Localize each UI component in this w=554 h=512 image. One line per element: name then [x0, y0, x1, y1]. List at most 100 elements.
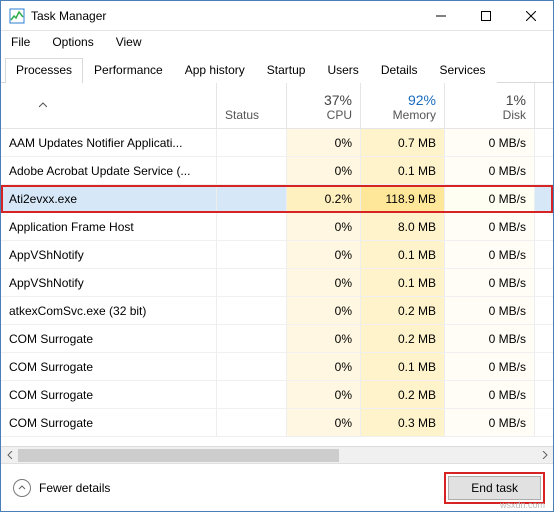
tab-users[interactable]: Users [316, 58, 369, 83]
maximize-button[interactable] [463, 1, 508, 30]
process-disk: 0 MB/s [445, 409, 535, 436]
process-name: COM Surrogate [1, 381, 217, 408]
process-memory: 0.1 MB [361, 241, 445, 268]
tab-details[interactable]: Details [370, 58, 429, 83]
horizontal-scrollbar[interactable] [1, 446, 553, 463]
header-memory-pct: 92% [408, 92, 436, 108]
process-cpu: 0.2% [287, 185, 361, 212]
process-memory: 8.0 MB [361, 213, 445, 240]
window-title: Task Manager [31, 9, 106, 23]
process-memory: 0.1 MB [361, 157, 445, 184]
footer: Fewer details End task [1, 463, 553, 511]
process-memory: 0.2 MB [361, 297, 445, 324]
header-disk-pct: 1% [506, 92, 526, 108]
process-row[interactable]: COM Surrogate0%0.2 MB0 MB/s [1, 325, 553, 353]
process-cpu: 0% [287, 129, 361, 156]
process-cpu: 0% [287, 353, 361, 380]
process-memory: 118.9 MB [361, 185, 445, 212]
process-row[interactable]: Adobe Acrobat Update Service (... 0%0.1 M… [1, 157, 553, 185]
header-cpu-pct: 37% [324, 92, 352, 108]
process-row[interactable]: AppVShNotify 0%0.1 MB0 MB/s [1, 269, 553, 297]
minimize-button[interactable] [418, 1, 463, 30]
menu-file[interactable]: File [7, 33, 34, 51]
process-disk: 0 MB/s [445, 241, 535, 268]
process-row[interactable]: Ati2evxx.exe 0.2%118.9 MB0 MB/s [1, 185, 553, 213]
process-status [217, 213, 287, 240]
process-name: AppVShNotify [1, 269, 217, 296]
close-button[interactable] [508, 1, 553, 30]
tab-processes[interactable]: Processes [5, 58, 83, 83]
process-cpu: 0% [287, 409, 361, 436]
header-memory-label: Memory [393, 108, 436, 122]
app-icon [9, 8, 25, 24]
process-disk: 0 MB/s [445, 381, 535, 408]
process-status [217, 185, 287, 212]
process-list[interactable]: AAM Updates Notifier Applicati...0%0.7 M… [1, 129, 553, 446]
tab-performance[interactable]: Performance [83, 58, 174, 83]
end-task-button[interactable]: End task [448, 476, 541, 500]
column-headers: Status 37% CPU 92% Memory 1% Disk [1, 83, 553, 129]
scroll-right-button[interactable] [536, 447, 553, 464]
process-disk: 0 MB/s [445, 185, 535, 212]
process-cpu: 0% [287, 213, 361, 240]
header-memory[interactable]: 92% Memory [361, 83, 445, 128]
process-status [217, 157, 287, 184]
header-status[interactable]: Status [217, 83, 287, 128]
process-status [217, 297, 287, 324]
process-disk: 0 MB/s [445, 325, 535, 352]
process-row[interactable]: COM Surrogate0%0.3 MB0 MB/s [1, 409, 553, 437]
chevron-up-circle-icon [13, 479, 31, 497]
header-cpu-label: CPU [327, 108, 352, 122]
process-disk: 0 MB/s [445, 157, 535, 184]
process-row[interactable]: atkexComSvc.exe (32 bit)0%0.2 MB0 MB/s [1, 297, 553, 325]
tab-services[interactable]: Services [429, 58, 497, 83]
header-cpu[interactable]: 37% CPU [287, 83, 361, 128]
process-cpu: 0% [287, 381, 361, 408]
process-memory: 0.1 MB [361, 269, 445, 296]
process-status [217, 325, 287, 352]
process-disk: 0 MB/s [445, 213, 535, 240]
process-name: COM Surrogate [1, 353, 217, 380]
process-disk: 0 MB/s [445, 353, 535, 380]
header-name[interactable] [1, 83, 217, 128]
process-status [217, 129, 287, 156]
header-disk-label: Disk [503, 108, 526, 122]
process-status [217, 409, 287, 436]
process-row[interactable]: AppVShNotify0%0.1 MB0 MB/s [1, 241, 553, 269]
process-disk: 0 MB/s [445, 297, 535, 324]
process-name: Application Frame Host [1, 213, 217, 240]
sort-caret-icon [39, 100, 47, 110]
process-name: atkexComSvc.exe (32 bit) [1, 297, 217, 324]
process-cpu: 0% [287, 325, 361, 352]
header-disk[interactable]: 1% Disk [445, 83, 535, 128]
process-name: Ati2evxx.exe [1, 185, 217, 212]
scroll-track[interactable] [18, 447, 536, 464]
process-row[interactable]: COM Surrogate0%0.2 MB0 MB/s [1, 381, 553, 409]
menu-view[interactable]: View [112, 33, 146, 51]
tab-app-history[interactable]: App history [174, 58, 256, 83]
tab-strip: ProcessesPerformanceApp historyStartupUs… [1, 53, 553, 83]
process-disk: 0 MB/s [445, 269, 535, 296]
scroll-left-button[interactable] [1, 447, 18, 464]
fewer-details-toggle[interactable]: Fewer details [13, 479, 110, 497]
menu-options[interactable]: Options [48, 33, 97, 51]
process-name: AAM Updates Notifier Applicati... [1, 129, 217, 156]
process-cpu: 0% [287, 157, 361, 184]
process-row[interactable]: Application Frame Host 0%8.0 MB0 MB/s [1, 213, 553, 241]
process-status [217, 353, 287, 380]
process-name: COM Surrogate [1, 409, 217, 436]
process-status [217, 241, 287, 268]
process-row[interactable]: AAM Updates Notifier Applicati...0%0.7 M… [1, 129, 553, 157]
process-cpu: 0% [287, 269, 361, 296]
process-name: Adobe Acrobat Update Service (... [1, 157, 217, 184]
process-status [217, 269, 287, 296]
scroll-thumb[interactable] [18, 449, 339, 462]
header-status-label: Status [225, 108, 259, 122]
process-status [217, 381, 287, 408]
process-disk: 0 MB/s [445, 129, 535, 156]
process-row[interactable]: COM Surrogate0%0.1 MB0 MB/s [1, 353, 553, 381]
process-cpu: 0% [287, 241, 361, 268]
process-memory: 0.2 MB [361, 325, 445, 352]
fewer-details-label: Fewer details [39, 481, 110, 495]
tab-startup[interactable]: Startup [256, 58, 317, 83]
